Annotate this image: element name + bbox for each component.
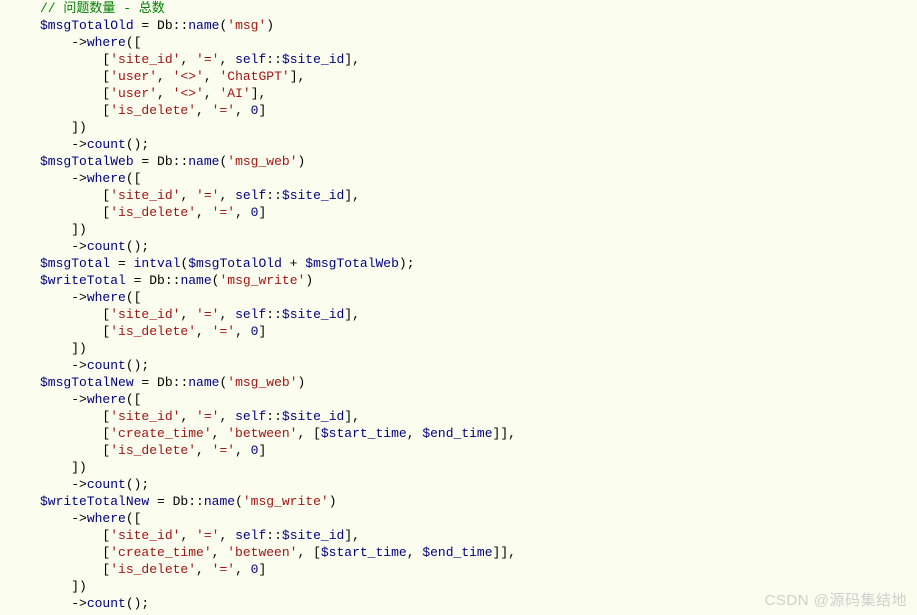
watermark: CSDN @源码集结地	[765, 592, 907, 609]
var-writeTotal: $writeTotal	[40, 273, 126, 288]
code-block: // 问题数量 - 总数 $msgTotalOld = Db::name('ms…	[0, 0, 917, 612]
var-writeTotalNew: $writeTotalNew	[40, 494, 149, 509]
var-msgTotalNew: $msgTotalNew	[40, 375, 134, 390]
var-msgTotalOld: $msgTotalOld	[40, 18, 134, 33]
comment-line: // 问题数量 - 总数	[40, 1, 165, 16]
var-msgTotalWeb: $msgTotalWeb	[40, 154, 134, 169]
var-msgTotal: $msgTotal	[40, 256, 110, 271]
